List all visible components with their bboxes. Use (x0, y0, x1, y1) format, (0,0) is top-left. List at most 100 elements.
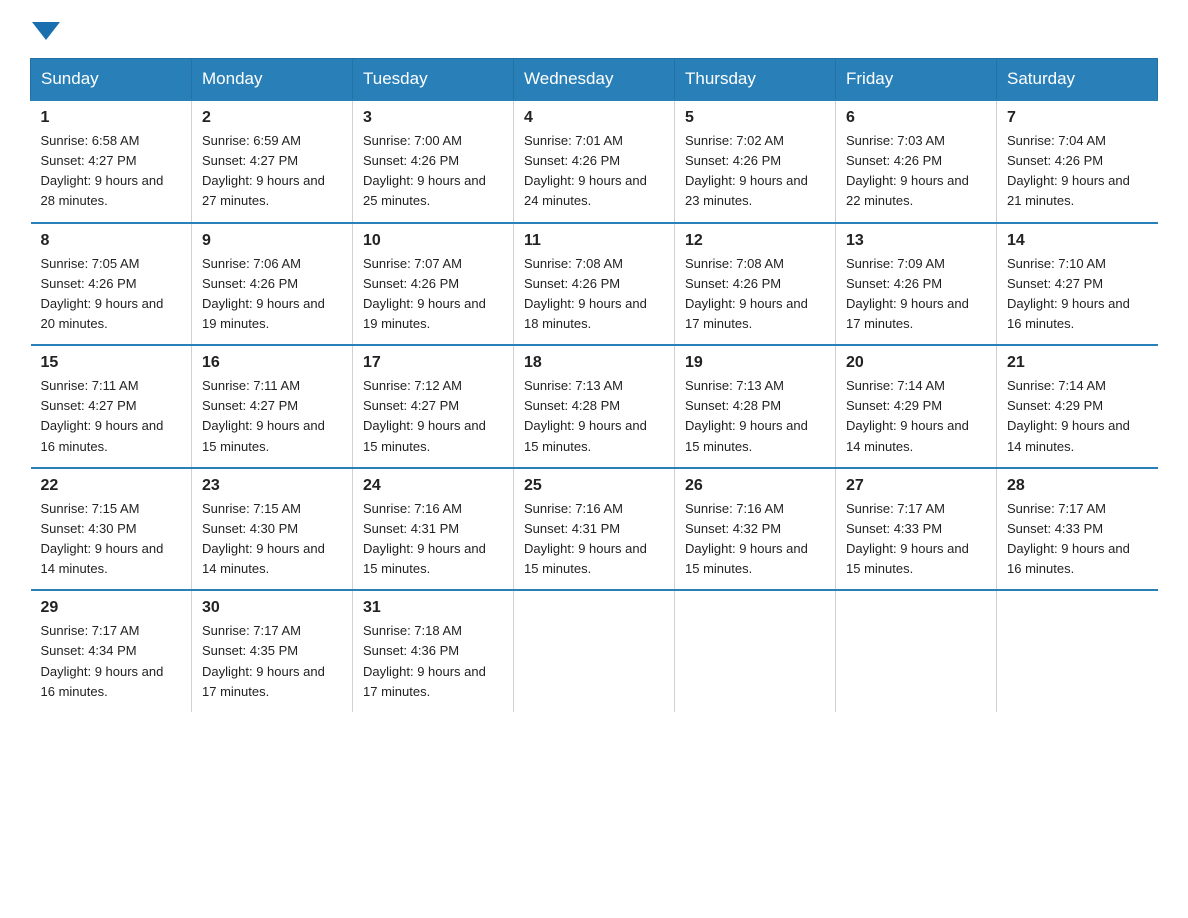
calendar-day-cell: 30 Sunrise: 7:17 AMSunset: 4:35 PMDayligh… (192, 590, 353, 712)
calendar-day-cell: 29 Sunrise: 7:17 AMSunset: 4:34 PMDayligh… (31, 590, 192, 712)
calendar-day-cell: 17 Sunrise: 7:12 AMSunset: 4:27 PMDayligh… (353, 345, 514, 468)
calendar-day-cell (514, 590, 675, 712)
calendar-day-cell: 12 Sunrise: 7:08 AMSunset: 4:26 PMDayligh… (675, 223, 836, 346)
header-monday: Monday (192, 59, 353, 101)
calendar-day-cell: 2 Sunrise: 6:59 AMSunset: 4:27 PMDaylight… (192, 100, 353, 223)
day-info: Sunrise: 7:18 AMSunset: 4:36 PMDaylight:… (363, 621, 503, 702)
day-number: 15 (41, 354, 182, 372)
day-number: 20 (846, 354, 986, 372)
day-number: 11 (524, 232, 664, 250)
logo-triangle-icon (32, 22, 60, 40)
day-number: 19 (685, 354, 825, 372)
day-number: 3 (363, 109, 503, 127)
day-info: Sunrise: 7:11 AMSunset: 4:27 PMDaylight:… (41, 376, 182, 457)
day-info: Sunrise: 7:05 AMSunset: 4:26 PMDaylight:… (41, 254, 182, 335)
header-thursday: Thursday (675, 59, 836, 101)
day-number: 2 (202, 109, 342, 127)
calendar-day-cell: 15 Sunrise: 7:11 AMSunset: 4:27 PMDayligh… (31, 345, 192, 468)
calendar-day-cell: 4 Sunrise: 7:01 AMSunset: 4:26 PMDaylight… (514, 100, 675, 223)
day-number: 22 (41, 477, 182, 495)
day-number: 7 (1007, 109, 1148, 127)
day-info: Sunrise: 7:08 AMSunset: 4:26 PMDaylight:… (524, 254, 664, 335)
day-info: Sunrise: 7:16 AMSunset: 4:31 PMDaylight:… (363, 499, 503, 580)
day-number: 16 (202, 354, 342, 372)
header-saturday: Saturday (997, 59, 1158, 101)
day-number: 25 (524, 477, 664, 495)
day-number: 13 (846, 232, 986, 250)
calendar-day-cell: 20 Sunrise: 7:14 AMSunset: 4:29 PMDayligh… (836, 345, 997, 468)
calendar-day-cell: 3 Sunrise: 7:00 AMSunset: 4:26 PMDaylight… (353, 100, 514, 223)
calendar-day-cell: 18 Sunrise: 7:13 AMSunset: 4:28 PMDayligh… (514, 345, 675, 468)
day-info: Sunrise: 7:00 AMSunset: 4:26 PMDaylight:… (363, 131, 503, 212)
day-number: 10 (363, 232, 503, 250)
day-info: Sunrise: 7:10 AMSunset: 4:27 PMDaylight:… (1007, 254, 1148, 335)
calendar-day-cell: 13 Sunrise: 7:09 AMSunset: 4:26 PMDayligh… (836, 223, 997, 346)
day-number: 9 (202, 232, 342, 250)
calendar-day-cell: 21Sunrise: 7:14 AMSunset: 4:29 PMDayligh… (997, 345, 1158, 468)
calendar-day-cell (836, 590, 997, 712)
header-friday: Friday (836, 59, 997, 101)
calendar-day-cell: 10 Sunrise: 7:07 AMSunset: 4:26 PMDayligh… (353, 223, 514, 346)
day-info: Sunrise: 7:12 AMSunset: 4:27 PMDaylight:… (363, 376, 503, 457)
calendar-day-cell: 25 Sunrise: 7:16 AMSunset: 4:31 PMDayligh… (514, 468, 675, 591)
page-header (30, 20, 1158, 38)
header-tuesday: Tuesday (353, 59, 514, 101)
calendar-body: 1Sunrise: 6:58 AMSunset: 4:27 PMDaylight… (31, 100, 1158, 712)
day-info: Sunrise: 7:17 AMSunset: 4:33 PMDaylight:… (846, 499, 986, 580)
day-number: 23 (202, 477, 342, 495)
day-number: 12 (685, 232, 825, 250)
day-number: 14 (1007, 232, 1148, 250)
day-number: 21 (1007, 354, 1148, 372)
day-number: 17 (363, 354, 503, 372)
day-info: Sunrise: 7:17 AMSunset: 4:33 PMDaylight:… (1007, 499, 1148, 580)
calendar-day-cell: 23Sunrise: 7:15 AMSunset: 4:30 PMDayligh… (192, 468, 353, 591)
day-info: Sunrise: 7:08 AMSunset: 4:26 PMDaylight:… (685, 254, 825, 335)
calendar-table: Sunday Monday Tuesday Wednesday Thursday… (30, 58, 1158, 712)
calendar-day-cell: 24Sunrise: 7:16 AMSunset: 4:31 PMDayligh… (353, 468, 514, 591)
day-number: 8 (41, 232, 182, 250)
calendar-day-cell: 11 Sunrise: 7:08 AMSunset: 4:26 PMDayligh… (514, 223, 675, 346)
calendar-day-cell: 16 Sunrise: 7:11 AMSunset: 4:27 PMDayligh… (192, 345, 353, 468)
day-info: Sunrise: 7:17 AMSunset: 4:34 PMDaylight:… (41, 621, 182, 702)
calendar-day-cell: 19 Sunrise: 7:13 AMSunset: 4:28 PMDayligh… (675, 345, 836, 468)
calendar-day-cell: 9 Sunrise: 7:06 AMSunset: 4:26 PMDaylight… (192, 223, 353, 346)
calendar-header: Sunday Monday Tuesday Wednesday Thursday… (31, 59, 1158, 101)
day-number: 28 (1007, 477, 1148, 495)
day-number: 29 (41, 599, 182, 617)
calendar-day-cell: 7Sunrise: 7:04 AMSunset: 4:26 PMDaylight… (997, 100, 1158, 223)
day-number: 4 (524, 109, 664, 127)
day-info: Sunrise: 7:14 AMSunset: 4:29 PMDaylight:… (846, 376, 986, 457)
day-number: 27 (846, 477, 986, 495)
calendar-day-cell: 5Sunrise: 7:02 AMSunset: 4:26 PMDaylight… (675, 100, 836, 223)
calendar-day-cell: 28 Sunrise: 7:17 AMSunset: 4:33 PMDayligh… (997, 468, 1158, 591)
day-number: 30 (202, 599, 342, 617)
calendar-day-cell: 31 Sunrise: 7:18 AMSunset: 4:36 PMDayligh… (353, 590, 514, 712)
day-info: Sunrise: 7:17 AMSunset: 4:35 PMDaylight:… (202, 621, 342, 702)
day-info: Sunrise: 7:13 AMSunset: 4:28 PMDaylight:… (524, 376, 664, 457)
calendar-day-cell: 1Sunrise: 6:58 AMSunset: 4:27 PMDaylight… (31, 100, 192, 223)
day-info: Sunrise: 7:15 AMSunset: 4:30 PMDaylight:… (41, 499, 182, 580)
day-info: Sunrise: 6:59 AMSunset: 4:27 PMDaylight:… (202, 131, 342, 212)
day-info: Sunrise: 7:13 AMSunset: 4:28 PMDaylight:… (685, 376, 825, 457)
day-number: 31 (363, 599, 503, 617)
calendar-day-cell: 6 Sunrise: 7:03 AMSunset: 4:26 PMDaylight… (836, 100, 997, 223)
calendar-day-cell: 22 Sunrise: 7:15 AMSunset: 4:30 PMDayligh… (31, 468, 192, 591)
day-number: 6 (846, 109, 986, 127)
calendar-day-cell: 26Sunrise: 7:16 AMSunset: 4:32 PMDayligh… (675, 468, 836, 591)
day-info: Sunrise: 7:01 AMSunset: 4:26 PMDaylight:… (524, 131, 664, 212)
day-info: Sunrise: 7:09 AMSunset: 4:26 PMDaylight:… (846, 254, 986, 335)
weekday-header-row: Sunday Monday Tuesday Wednesday Thursday… (31, 59, 1158, 101)
day-info: Sunrise: 7:06 AMSunset: 4:26 PMDaylight:… (202, 254, 342, 335)
calendar-week-row: 22 Sunrise: 7:15 AMSunset: 4:30 PMDayligh… (31, 468, 1158, 591)
calendar-day-cell: 8 Sunrise: 7:05 AMSunset: 4:26 PMDaylight… (31, 223, 192, 346)
calendar-day-cell: 14 Sunrise: 7:10 AMSunset: 4:27 PMDayligh… (997, 223, 1158, 346)
day-number: 18 (524, 354, 664, 372)
header-wednesday: Wednesday (514, 59, 675, 101)
day-info: Sunrise: 7:16 AMSunset: 4:31 PMDaylight:… (524, 499, 664, 580)
day-info: Sunrise: 7:11 AMSunset: 4:27 PMDaylight:… (202, 376, 342, 457)
calendar-day-cell (997, 590, 1158, 712)
calendar-day-cell: 27 Sunrise: 7:17 AMSunset: 4:33 PMDayligh… (836, 468, 997, 591)
calendar-week-row: 8 Sunrise: 7:05 AMSunset: 4:26 PMDaylight… (31, 223, 1158, 346)
day-info: Sunrise: 7:07 AMSunset: 4:26 PMDaylight:… (363, 254, 503, 335)
day-info: Sunrise: 7:03 AMSunset: 4:26 PMDaylight:… (846, 131, 986, 212)
